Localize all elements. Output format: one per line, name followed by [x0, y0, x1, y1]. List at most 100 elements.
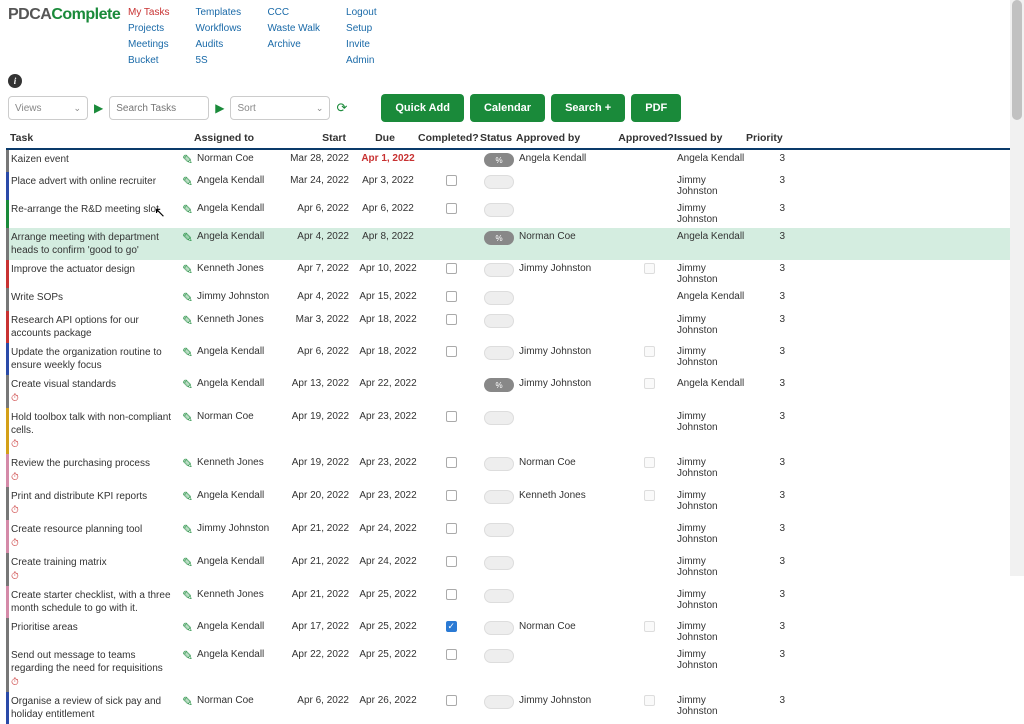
status-pill[interactable]	[484, 291, 514, 305]
table-row[interactable]: Arrange meeting with department heads to…	[6, 228, 1010, 260]
table-row[interactable]: Re-arrange the R&D meeting slot✎Angela K…	[6, 200, 1010, 228]
col-header-completed[interactable]: Completed?	[418, 132, 478, 144]
nav-archive[interactable]: Archive	[267, 38, 320, 52]
col-header-approvedby[interactable]: Approved by	[514, 132, 618, 144]
status-pill[interactable]	[484, 649, 514, 663]
calendar-button[interactable]: Calendar	[470, 94, 545, 122]
table-row[interactable]: Create resource planning tool⏱✎Jimmy Joh…	[6, 520, 1010, 553]
completed-checkbox[interactable]	[446, 346, 457, 357]
nav-audits[interactable]: Audits	[196, 38, 242, 52]
pencil-icon[interactable]: ✎	[182, 589, 193, 602]
pencil-icon[interactable]: ✎	[182, 346, 193, 359]
col-header-task[interactable]: Task	[6, 132, 194, 144]
completed-checkbox[interactable]	[446, 621, 457, 632]
pencil-icon[interactable]: ✎	[182, 490, 193, 503]
nav-logout[interactable]: Logout	[346, 6, 377, 20]
table-row[interactable]: Send out message to teams regarding the …	[6, 646, 1010, 692]
pencil-icon[interactable]: ✎	[182, 649, 193, 662]
status-pill[interactable]: %	[484, 378, 514, 392]
status-pill[interactable]	[484, 621, 514, 635]
table-row[interactable]: Print and distribute KPI reports⏱✎Angela…	[6, 487, 1010, 520]
table-row[interactable]: Improve the actuator design✎Kenneth Jone…	[6, 260, 1010, 288]
nav-admin[interactable]: Admin	[346, 54, 377, 68]
status-pill[interactable]	[484, 314, 514, 328]
quick-add-button[interactable]: Quick Add	[381, 94, 464, 122]
status-pill[interactable]	[484, 523, 514, 537]
pencil-icon[interactable]: ✎	[182, 457, 193, 470]
completed-checkbox[interactable]	[446, 263, 457, 274]
completed-checkbox[interactable]	[446, 203, 457, 214]
completed-checkbox[interactable]	[446, 490, 457, 501]
completed-checkbox[interactable]	[446, 411, 457, 422]
refresh-icon[interactable]: ⟳	[336, 100, 347, 116]
approved-checkbox[interactable]	[644, 695, 655, 706]
nav-setup[interactable]: Setup	[346, 22, 377, 36]
info-icon[interactable]: i	[8, 74, 22, 88]
completed-checkbox[interactable]	[446, 291, 457, 302]
completed-checkbox[interactable]	[446, 589, 457, 600]
approved-checkbox[interactable]	[644, 263, 655, 274]
pencil-icon[interactable]: ✎	[182, 556, 193, 569]
approved-checkbox[interactable]	[644, 621, 655, 632]
completed-checkbox[interactable]	[446, 695, 457, 706]
pencil-icon[interactable]: ✎	[182, 231, 193, 244]
col-header-approved[interactable]: Approved?	[618, 132, 674, 144]
table-row[interactable]: Review the purchasing process⏱✎Kenneth J…	[6, 454, 1010, 487]
nav-waste-walk[interactable]: Waste Walk	[267, 22, 320, 36]
col-header-start[interactable]: Start	[280, 132, 352, 144]
table-row[interactable]: Update the organization routine to ensur…	[6, 343, 1010, 375]
completed-checkbox[interactable]	[446, 457, 457, 468]
table-row[interactable]: Research API options for our accounts pa…	[6, 311, 1010, 343]
nav-my-tasks[interactable]: My Tasks	[128, 6, 170, 20]
logo[interactable]: PDCAComplete	[8, 6, 128, 68]
play-icon-2[interactable]: ▶	[215, 101, 224, 115]
nav-workflows[interactable]: Workflows	[196, 22, 242, 36]
table-row[interactable]: Create training matrix⏱✎Angela KendallAp…	[6, 553, 1010, 586]
status-pill[interactable]	[484, 411, 514, 425]
status-pill[interactable]	[484, 203, 514, 217]
scrollbar[interactable]	[1010, 0, 1024, 576]
completed-checkbox[interactable]	[446, 649, 457, 660]
table-row[interactable]: Place advert with online recruiter✎Angel…	[6, 172, 1010, 200]
status-pill[interactable]	[484, 556, 514, 570]
nav-ccc[interactable]: CCC	[267, 6, 320, 20]
approved-checkbox[interactable]	[644, 490, 655, 501]
table-row[interactable]: Write SOPs✎Jimmy JohnstonApr 4, 2022Apr …	[6, 288, 1010, 311]
sort-dropdown[interactable]: Sort⌄	[230, 96, 330, 120]
status-pill[interactable]: %	[484, 153, 514, 167]
pencil-icon[interactable]: ✎	[182, 263, 193, 276]
nav-invite[interactable]: Invite	[346, 38, 377, 52]
search-button[interactable]: Search +	[551, 94, 625, 122]
nav-projects[interactable]: Projects	[128, 22, 170, 36]
col-header-assigned[interactable]: Assigned to	[194, 132, 280, 144]
approved-checkbox[interactable]	[644, 457, 655, 468]
col-header-due[interactable]: Due	[352, 132, 418, 144]
col-header-issued[interactable]: Issued by	[674, 132, 746, 144]
completed-checkbox[interactable]	[446, 523, 457, 534]
completed-checkbox[interactable]	[446, 175, 457, 186]
nav-5s[interactable]: 5S	[196, 54, 242, 68]
views-dropdown[interactable]: Views⌄	[8, 96, 88, 120]
play-icon[interactable]: ▶	[94, 101, 103, 115]
completed-checkbox[interactable]	[446, 556, 457, 567]
table-row[interactable]: Kaizen event✎Norman CoeMar 28, 2022Apr 1…	[6, 150, 1010, 172]
pencil-icon[interactable]: ✎	[182, 291, 193, 304]
pencil-icon[interactable]: ✎	[182, 378, 193, 391]
status-pill[interactable]: %	[484, 231, 514, 245]
status-pill[interactable]	[484, 589, 514, 603]
status-pill[interactable]	[484, 457, 514, 471]
pencil-icon[interactable]: ✎	[182, 695, 193, 708]
pencil-icon[interactable]: ✎	[182, 153, 193, 166]
status-pill[interactable]	[484, 346, 514, 360]
table-row[interactable]: Create visual standards⏱✎Angela KendallA…	[6, 375, 1010, 408]
nav-templates[interactable]: Templates	[196, 6, 242, 20]
status-pill[interactable]	[484, 263, 514, 277]
status-pill[interactable]	[484, 695, 514, 709]
nav-meetings[interactable]: Meetings	[128, 38, 170, 52]
table-row[interactable]: Hold toolbox talk with non-compliant cel…	[6, 408, 1010, 454]
pencil-icon[interactable]: ✎	[182, 203, 193, 216]
nav-bucket[interactable]: Bucket	[128, 54, 170, 68]
table-row[interactable]: Prioritise areas✎Angela KendallApr 17, 2…	[6, 618, 1010, 646]
pencil-icon[interactable]: ✎	[182, 411, 193, 424]
pencil-icon[interactable]: ✎	[182, 175, 193, 188]
